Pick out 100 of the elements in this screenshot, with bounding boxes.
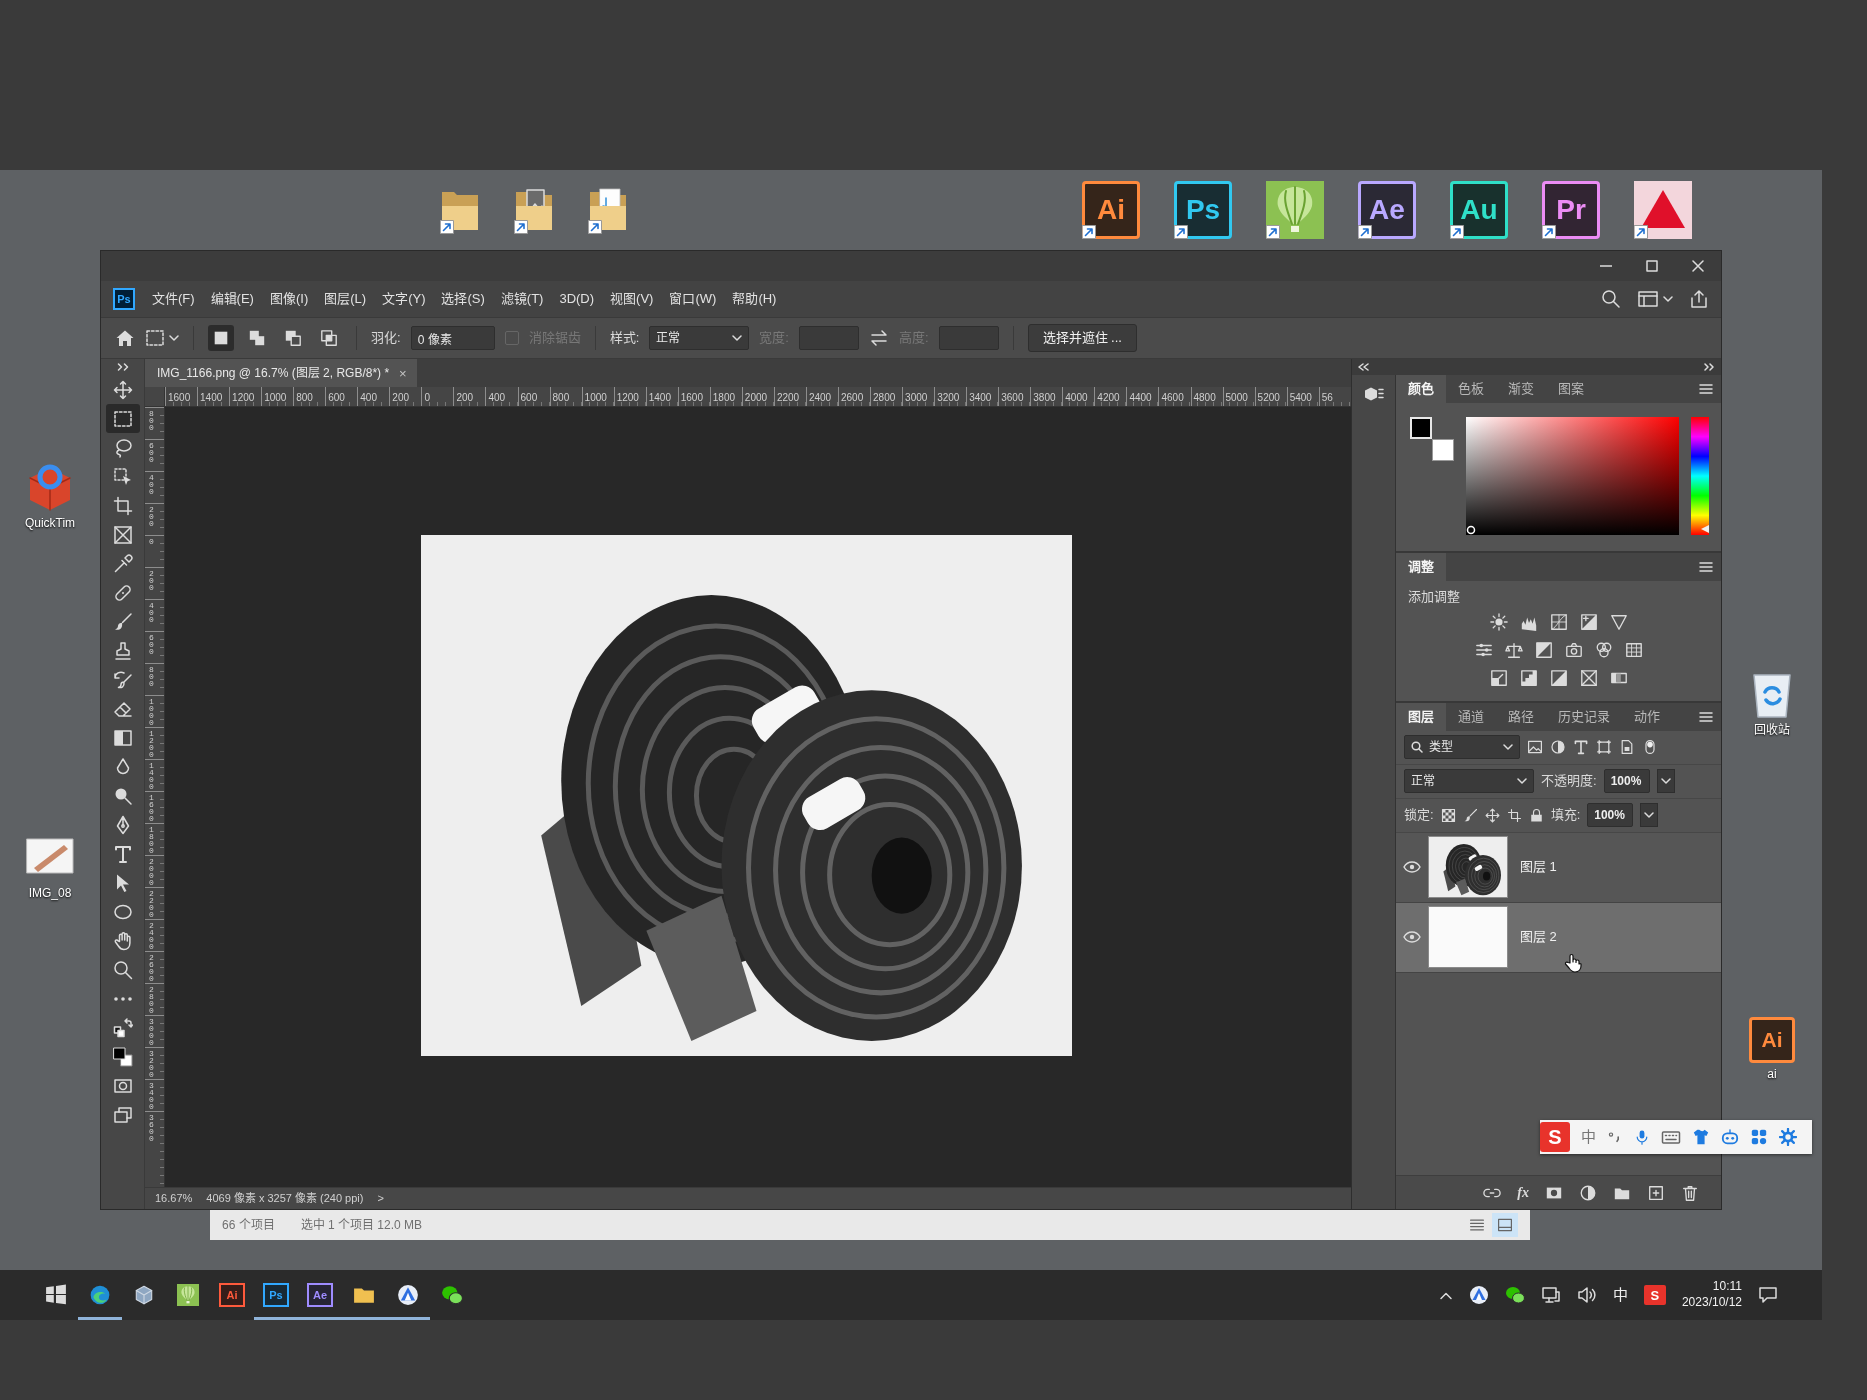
robot-icon[interactable] [1721, 1128, 1739, 1146]
triangle-icon[interactable] [1609, 612, 1628, 631]
expand-icon[interactable] [1704, 363, 1715, 371]
move-icon[interactable] [1484, 807, 1500, 823]
shape-icon[interactable] [1596, 739, 1612, 756]
menu-item[interactable]: 3D(D) [552, 287, 602, 311]
folder-icon[interactable] [588, 186, 628, 234]
menu-item[interactable]: 窗口(W) [662, 287, 724, 311]
panel-menu-icon[interactable] [1699, 384, 1713, 394]
taskbar-button[interactable]: Ai [210, 1270, 254, 1320]
taskbar-button[interactable]: Ps [254, 1270, 298, 1320]
panel-tab[interactable]: 色板 [1446, 375, 1496, 403]
panel-menu-icon[interactable] [1699, 562, 1713, 572]
folder-icon[interactable] [514, 186, 554, 234]
desktop-icon-label[interactable]: IMG_08 [28, 886, 72, 901]
artboard-icon[interactable] [1506, 807, 1522, 823]
layer-row[interactable]: 图层 2 [1396, 902, 1721, 973]
desktop-icon-label[interactable]: ai [1767, 1067, 1777, 1082]
menu-item[interactable]: 文件(F) [145, 287, 202, 311]
panel-tab[interactable]: 路径 [1496, 702, 1546, 731]
caret-icon[interactable] [1663, 296, 1673, 302]
triangle-app-icon[interactable] [1468, 1285, 1489, 1305]
panel-tab[interactable]: 历史记录 [1546, 702, 1622, 731]
hue-marker-icon[interactable] [1701, 524, 1709, 533]
curves-icon[interactable] [1549, 612, 1568, 631]
notification-icon[interactable] [1758, 1286, 1778, 1304]
microphone-icon[interactable] [1634, 1128, 1650, 1146]
desktop-icon-label[interactable]: 回收站 [1754, 723, 1790, 738]
panel-tab[interactable]: 图层 [1396, 702, 1446, 731]
taskbar-button[interactable]: Ae [298, 1270, 342, 1320]
background-color-swatch[interactable] [1432, 439, 1454, 461]
new-layer-icon[interactable] [1647, 1183, 1665, 1202]
menu-item[interactable]: 文字(Y) [375, 287, 433, 311]
clock-time[interactable]: 10:11 [1712, 1279, 1742, 1295]
menu-item[interactable]: 图层(L) [317, 287, 374, 311]
eye-icon[interactable] [1403, 861, 1421, 874]
app-logo[interactable]: Ps [113, 288, 135, 310]
trash-icon[interactable] [1681, 1183, 1699, 1202]
panel-tab[interactable]: 动作 [1622, 702, 1672, 731]
picker-ring-icon[interactable] [1466, 525, 1476, 535]
checkerboard-icon[interactable] [1440, 807, 1456, 823]
grid-icon[interactable] [1624, 640, 1643, 659]
blend-mode-dropdown[interactable]: 正常 [1404, 769, 1534, 794]
status-menu-arrow[interactable]: > [377, 1191, 384, 1206]
balloon-icon[interactable] [1266, 181, 1324, 239]
app-shortcut[interactable]: Ai [1082, 181, 1140, 239]
app-shortcut[interactable]: Ps [1174, 181, 1232, 239]
panel-menu-icon[interactable] [1699, 711, 1713, 722]
view-button[interactable] [1492, 1213, 1518, 1237]
select-and-mask-button[interactable]: 选择并遮住 ... [1027, 324, 1137, 352]
menu-item[interactable]: 滤镜(T) [493, 287, 551, 311]
feather-input[interactable]: 0 像素 [410, 326, 495, 350]
hue-slider[interactable] [1691, 417, 1709, 535]
diagonal-split-icon[interactable] [1549, 668, 1568, 687]
fill-field[interactable]: 100% [1587, 803, 1634, 828]
panel-tab[interactable]: 图案 [1546, 375, 1596, 403]
app-shortcut[interactable]: Pr [1542, 181, 1600, 239]
panel-tab[interactable]: 渐变 [1496, 375, 1546, 403]
panel-tab[interactable]: 颜色 [1396, 375, 1446, 403]
brightness-icon[interactable] [1489, 612, 1508, 631]
menu-item[interactable]: 图像(I) [262, 287, 316, 311]
menu-item[interactable]: 选择(S) [434, 287, 492, 311]
chat-bubbles-icon[interactable] [1504, 1285, 1525, 1305]
chevron-up-icon[interactable] [1438, 1290, 1453, 1300]
balance-scale-icon[interactable] [1504, 640, 1523, 659]
input-language-indicator[interactable]: 中 [1612, 1286, 1628, 1304]
expand-icon[interactable] [116, 363, 129, 371]
gear-icon[interactable] [1779, 1128, 1797, 1146]
camera-icon[interactable] [1564, 640, 1583, 659]
panel-title[interactable]: 调整 [1396, 553, 1446, 581]
marquee-icon[interactable] [145, 329, 165, 347]
volume-icon[interactable] [1576, 1285, 1597, 1305]
workspace-icon[interactable] [1637, 289, 1659, 309]
apps-grid-icon[interactable] [1750, 1128, 1768, 1146]
circles-icon[interactable] [1594, 640, 1613, 659]
type-icon[interactable] [1573, 739, 1589, 756]
network-icon[interactable] [1540, 1285, 1561, 1305]
x-square-icon[interactable] [1579, 668, 1598, 687]
panel-tab[interactable]: 通道 [1446, 702, 1496, 731]
app-shortcut[interactable]: Ai [1749, 1017, 1795, 1064]
tool-button[interactable] [105, 404, 140, 433]
half-circle-icon[interactable] [1579, 1183, 1597, 1202]
input-method-indicator[interactable]: S [1643, 1285, 1666, 1305]
selection-mode-button[interactable] [208, 325, 234, 351]
steps-icon[interactable] [1519, 668, 1538, 687]
half-circle-icon[interactable] [1550, 739, 1566, 756]
foreground-color-swatch[interactable] [1410, 417, 1432, 439]
toggle-icon[interactable] [1642, 739, 1658, 756]
document-icon[interactable] [1619, 739, 1635, 756]
cube-icon[interactable] [1362, 385, 1385, 403]
menu-item[interactable]: 编辑(E) [203, 287, 261, 311]
exposure-icon[interactable] [1579, 612, 1598, 631]
opacity-field[interactable]: 100% [1603, 769, 1650, 794]
app-shortcut[interactable]: Au [1450, 181, 1508, 239]
search-icon[interactable] [1601, 289, 1621, 309]
app-shortcut[interactable]: Ae [1358, 181, 1416, 239]
home-icon[interactable] [115, 328, 135, 348]
half-square-icon[interactable] [1534, 640, 1553, 659]
input-method-logo[interactable]: S [1540, 1122, 1570, 1152]
eye-icon[interactable] [1403, 931, 1421, 944]
